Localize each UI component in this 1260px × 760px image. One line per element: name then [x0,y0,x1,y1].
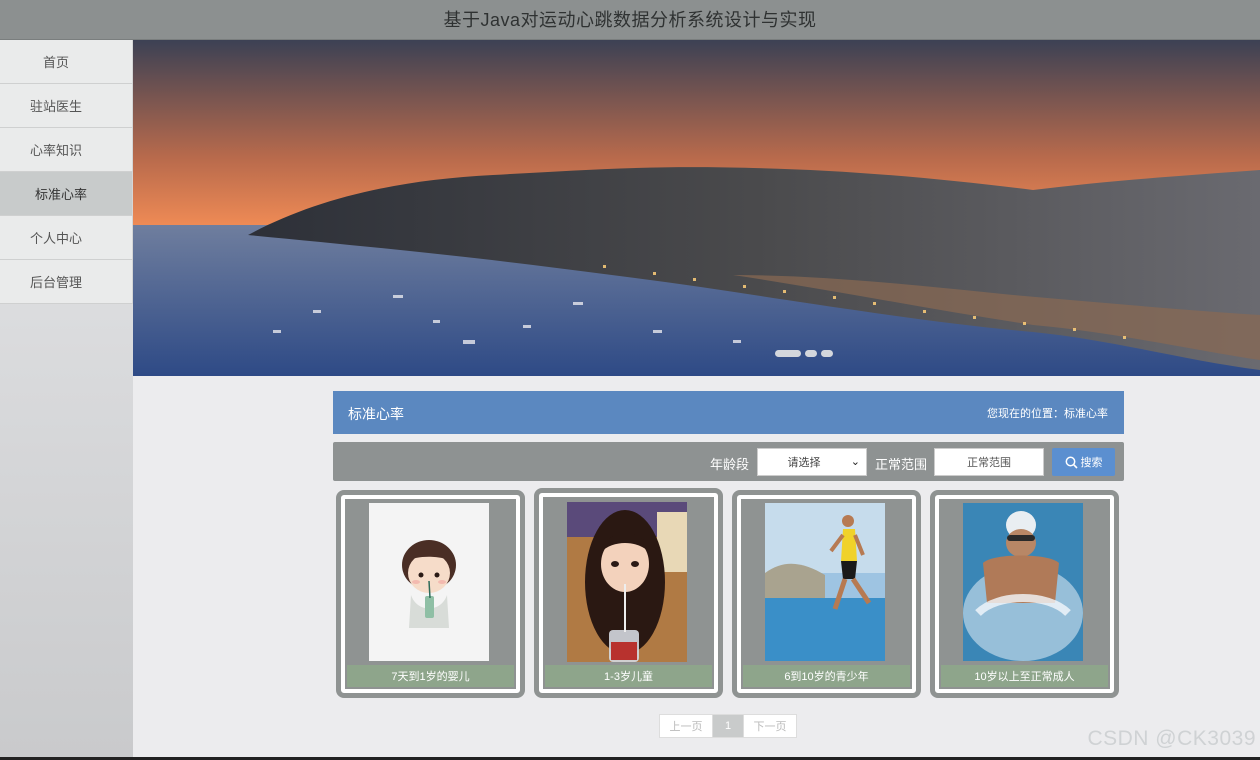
normal-range-input[interactable]: 正常范围 [934,448,1044,476]
next-page-button[interactable]: 下一页 [743,715,796,737]
age-group-select[interactable]: 请选择 ⌄ [757,448,867,476]
watermark: CSDN @CK3039 [1087,727,1256,750]
carousel-dot-active[interactable] [775,350,801,357]
card-image-adult[interactable] [963,503,1083,661]
heart-rate-card[interactable]: 1-3岁儿童 [534,488,723,698]
heart-rate-card[interactable]: 10岁以上至正常成人 [930,490,1119,698]
sidebar-nav: 首页 驻站医生 心率知识 标准心率 个人中心 后台管理 [0,40,133,757]
sidebar-item-admin[interactable]: 后台管理 [0,260,133,304]
sidebar-item-label: 个人中心 [29,231,82,246]
card-caption[interactable]: 10岁以上至正常成人 [941,665,1108,687]
card-caption[interactable]: 1-3岁儿童 [545,665,712,687]
card-caption[interactable]: 6到10岁的青少年 [743,665,910,687]
card-image-infant[interactable] [369,503,489,661]
carousel-indicators [775,350,833,357]
carousel-dot[interactable] [821,350,833,357]
search-icon [1065,456,1078,469]
heart-rate-card[interactable]: 7天到1岁的婴儿 [336,490,525,698]
search-button-label: 搜索 [1080,457,1103,469]
sidebar-item-label: 后台管理 [29,275,82,290]
age-group-selected: 请选择 [787,457,821,469]
card-image-teen[interactable] [765,503,885,661]
prev-page-button[interactable]: 上一页 [660,715,713,737]
heart-rate-card[interactable]: 6到10岁的青少年 [732,490,921,698]
sidebar-item-doctors[interactable]: 驻站医生 [0,84,133,128]
sidebar-item-label: 驻站医生 [29,99,82,114]
current-page-button[interactable]: 1 [713,715,743,737]
site-title: 基于Java对运动心跳数据分析系统设计与实现 [443,10,817,30]
sidebar-item-label: 首页 [42,55,69,70]
normal-range-label: 正常范围 [875,457,928,472]
search-button[interactable]: 搜索 [1052,448,1115,476]
card-image-child[interactable] [567,502,687,662]
breadcrumb-current[interactable]: 标准心率 [1064,408,1108,420]
sidebar-item-personal-center[interactable]: 个人中心 [0,216,133,260]
carousel-dot[interactable] [805,350,817,357]
card-caption[interactable]: 7天到1岁的婴儿 [347,665,514,687]
age-group-label: 年龄段 [710,457,750,472]
pagination: 上一页 1 下一页 [659,714,797,738]
sidebar-item-heart-knowledge[interactable]: 心率知识 [0,128,133,172]
page-title: 标准心率 [348,406,404,422]
search-bar: 年龄段 请选择 ⌄ 正常范围 正常范围 搜索 [333,442,1124,481]
sidebar-item-label: 标准心率 [34,187,87,202]
breadcrumb-bar: 标准心率 您现在的位置：标准心率 [333,391,1124,434]
sidebar-item-standard-heart-rate[interactable]: 标准心率 [0,172,133,216]
banner-image [133,40,1260,376]
breadcrumb-prefix: 您现在的位置： [987,408,1064,420]
chevron-down-icon: ⌄ [850,456,860,468]
sidebar-item-label: 心率知识 [29,143,82,158]
sidebar-item-home[interactable]: 首页 [0,40,133,84]
banner-carousel[interactable] [133,40,1260,376]
breadcrumb: 您现在的位置：标准心率 [987,405,1108,421]
top-header: 基于Java对运动心跳数据分析系统设计与实现 [0,0,1260,40]
